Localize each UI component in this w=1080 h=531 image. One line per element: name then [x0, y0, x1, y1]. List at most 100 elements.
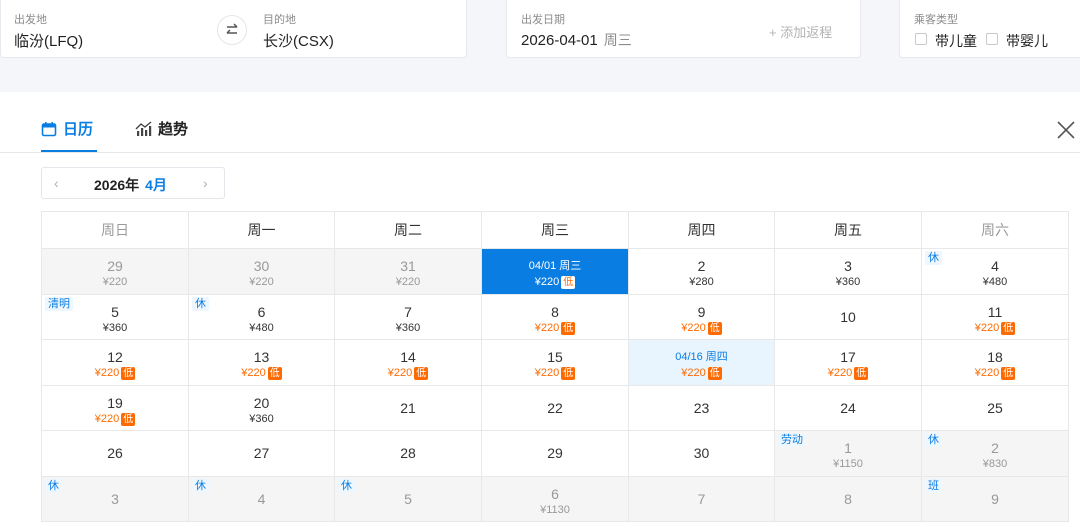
date-cell[interactable]: 22	[482, 385, 629, 431]
date-cell[interactable]: 清明 5 ¥360	[42, 294, 189, 340]
date-cell[interactable]: 21	[335, 385, 482, 431]
date-cell[interactable]: 休 4 ¥480	[922, 249, 1069, 295]
weekday-header-cell: 周四	[629, 212, 775, 249]
date-cell[interactable]: 8 ¥220 低	[482, 294, 629, 340]
from-field[interactable]: 临汾(LFQ)	[14, 30, 83, 51]
date-number: 3	[844, 258, 852, 274]
date-cell[interactable]: 休 2 ¥830	[922, 431, 1069, 477]
date-cell[interactable]: 30 ¥220	[189, 249, 335, 295]
tab-calendar-label: 日历	[63, 121, 94, 138]
to-label: 目的地	[263, 14, 296, 26]
date-cell[interactable]: 25	[922, 385, 1069, 431]
date-price: ¥220	[42, 275, 188, 289]
date-cell[interactable]: 休4	[189, 476, 335, 522]
calendar-icon	[41, 122, 57, 137]
price-text: ¥360	[835, 276, 861, 288]
price-text: ¥220	[534, 367, 560, 379]
low-price-tag: 低	[707, 321, 722, 335]
price-text: ¥1130	[540, 503, 570, 516]
tab-trend-label: 趋势	[158, 121, 189, 138]
date-cell[interactable]: 12 ¥220 低	[42, 340, 189, 386]
date-number: 7	[697, 490, 706, 507]
next-month-button[interactable]: ›	[203, 175, 208, 191]
date-cell[interactable]: 劳动 1 ¥1150	[775, 431, 922, 477]
date-cell[interactable]: 31 ¥220	[335, 249, 482, 295]
date-cell[interactable]: 28	[335, 431, 482, 477]
date-cell[interactable]: 15 ¥220 低	[482, 340, 629, 386]
date-card: 出发日期 2026-04-01 周三 + 添加返程	[506, 0, 861, 58]
date-field[interactable]: 2026-04-01 周三	[521, 30, 632, 50]
child-label[interactable]: 带儿童	[935, 31, 977, 51]
price-text: ¥480	[982, 276, 1008, 288]
month-navigator: ‹ 2026年 4月 ›	[41, 167, 225, 199]
price-text: ¥220	[94, 412, 120, 425]
date-price: ¥280	[629, 275, 774, 289]
date-number: 25	[987, 399, 1003, 416]
weekday-header-cell: 周三	[482, 212, 629, 249]
date-cell[interactable]: 19 ¥220 低	[42, 385, 189, 431]
date-number: 4	[257, 490, 266, 507]
date-cell[interactable]: 7 ¥360	[335, 294, 482, 340]
date-cell[interactable]: 27	[189, 431, 335, 477]
date-number: 28	[400, 445, 416, 461]
infant-label[interactable]: 带婴儿	[1006, 31, 1048, 51]
date-number: 8	[551, 303, 559, 320]
hover-date-cell[interactable]: 04/16 周四 ¥220 低	[629, 340, 775, 386]
date-cell[interactable]: 休5	[335, 476, 482, 522]
date-number: 04/01 周三	[528, 260, 582, 272]
date-cell[interactable]: 29 ¥220	[42, 249, 189, 295]
date-cell[interactable]: 休 6 ¥480	[189, 294, 335, 340]
date-cell[interactable]: 休3	[42, 476, 189, 522]
date-cell[interactable]: 3 ¥360	[775, 249, 922, 295]
date-number: 23	[693, 399, 710, 416]
price-text: ¥220	[681, 367, 706, 379]
date-number: 9	[697, 303, 706, 320]
child-checkbox[interactable]	[915, 33, 927, 45]
low-price-tag: 低	[561, 276, 576, 289]
date-cell[interactable]: 6 ¥1130	[482, 476, 629, 522]
date-cell[interactable]: 2 ¥280	[629, 249, 775, 295]
price-text: ¥220	[827, 367, 853, 379]
date-price: ¥360	[42, 321, 188, 335]
infant-checkbox[interactable]	[986, 33, 998, 45]
prev-month-button[interactable]: ‹	[54, 175, 59, 191]
date-cell[interactable]: 17 ¥220 低	[775, 340, 922, 386]
to-field[interactable]: 长沙(CSX)	[263, 30, 334, 51]
date-price: ¥220	[189, 275, 334, 289]
price-text: ¥360	[102, 321, 128, 334]
date-cell[interactable]: 26	[42, 431, 189, 477]
date-cell[interactable]: 14 ¥220 低	[335, 340, 482, 386]
date-cell[interactable]: 班9	[922, 476, 1069, 522]
date-cell[interactable]: 23	[629, 385, 775, 431]
low-price-tag: 低	[121, 412, 136, 426]
date-cell[interactable]: 20 ¥360	[189, 385, 335, 431]
date-cell[interactable]: 8	[775, 476, 922, 522]
close-button[interactable]	[1055, 119, 1077, 141]
date-cell[interactable]: 18 ¥220 低	[922, 340, 1069, 386]
low-price-tag: 低	[707, 367, 722, 380]
price-text: ¥220	[241, 367, 266, 379]
date-cell[interactable]: 10	[775, 294, 922, 340]
date-number: 8	[844, 490, 852, 507]
date-number: 2	[697, 258, 706, 274]
selected-date-cell[interactable]: 04/01 周三 ¥220 低	[482, 249, 629, 295]
date-cell[interactable]: 13 ¥220 低	[189, 340, 335, 386]
tab-trend[interactable]: 趋势	[135, 118, 188, 152]
route-card: 出发地 临汾(LFQ) 目的地 长沙(CSX)	[0, 0, 467, 58]
date-cell[interactable]: 24	[775, 385, 922, 431]
date-cell[interactable]: 11 ¥220 低	[922, 294, 1069, 340]
date-cell[interactable]: 30	[629, 431, 775, 477]
price-text: ¥220	[534, 276, 560, 288]
price-text: ¥280	[689, 276, 714, 288]
swap-button[interactable]	[217, 15, 247, 45]
date-number: 3	[111, 490, 119, 507]
date-number: 4	[991, 258, 999, 274]
date-cell[interactable]: 7	[629, 476, 775, 522]
calendar-panel: 日历 趋势 ‹ 2026年 4月 › 周日 周一 周二 周三 周四 周五 周六 29 ¥220 3…	[0, 106, 1080, 531]
date-number: 10	[840, 308, 856, 325]
date-cell[interactable]: 29	[482, 431, 629, 477]
date-price: ¥220 低	[922, 366, 1068, 380]
add-return-button[interactable]: + 添加返程	[769, 22, 832, 41]
date-cell[interactable]: 9 ¥220 低	[629, 294, 775, 340]
tab-calendar[interactable]: 日历	[41, 118, 97, 152]
